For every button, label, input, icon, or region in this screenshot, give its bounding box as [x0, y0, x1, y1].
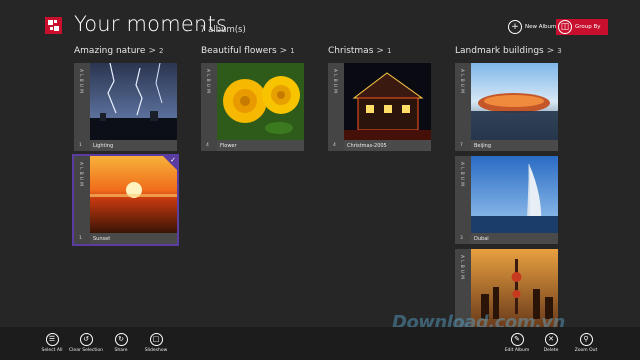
group-by-icon: ◫ [558, 20, 572, 34]
rose-photo [217, 63, 304, 140]
select-all-icon: ☰ [45, 333, 59, 346]
album-strip: ALBUM 4 [328, 63, 344, 151]
app-logo [45, 17, 62, 34]
chevron-right-icon: > [546, 46, 555, 56]
album-caption: Flower [217, 140, 304, 151]
album-tile-beijing[interactable]: ALBUM 7 Beijing [455, 63, 558, 151]
group-name: Christmas [328, 46, 374, 56]
app-bar: ☰ Select All ↺ Clear Selection ↻ Share □… [0, 327, 640, 360]
share-button[interactable]: ↻ Share [101, 333, 141, 353]
album-photo-count: 7 [460, 143, 463, 148]
album-strip: ALBUM 1 [74, 63, 90, 151]
zoom-out-button[interactable]: ⚲ Zoom Out [566, 333, 606, 353]
album-strip: ALBUM 7 [455, 63, 471, 151]
album-photo-count: 4 [206, 143, 209, 148]
album-photo-count: 4 [333, 143, 336, 148]
selected-checkmark-icon: ✓ [163, 156, 177, 170]
album-tile-christmas-2005[interactable]: ALBUM 4 Christmas-2005 [328, 63, 431, 151]
album-count: 7 album(s) [200, 25, 246, 35]
group-by-button[interactable]: ◫ Group By [556, 19, 608, 35]
stadium-photo [471, 63, 558, 140]
album-caption: Sunset [90, 233, 177, 244]
album-tile-dubai[interactable]: ALBUM 3 Dubai [455, 156, 558, 244]
delete-icon: ✕ [544, 333, 558, 346]
clear-selection-button[interactable]: ↺ Clear Selection [66, 333, 106, 353]
album-tile-sunset[interactable]: ALBUM 1 Sunset ✓ [72, 154, 179, 246]
slideshow-button[interactable]: □ Slideshow [136, 333, 176, 353]
album-caption: Beijing [471, 140, 558, 151]
album-strip: ALBUM 3 [455, 156, 471, 244]
group-name: Landmark buildings [455, 46, 544, 56]
group-name: Amazing nature [74, 46, 146, 56]
new-album-label: New Album [525, 24, 557, 30]
new-album-button[interactable]: + New Album [508, 19, 556, 35]
lightning-photo [90, 63, 177, 140]
slideshow-icon: □ [149, 333, 163, 346]
group-by-label: Group By [575, 24, 601, 30]
delete-button[interactable]: ✕ Delete [531, 333, 571, 353]
album-strip: ALBUM 4 [201, 63, 217, 151]
album-tile-flower[interactable]: ALBUM 4 Flower [201, 63, 304, 151]
group-count: 3 [557, 47, 562, 55]
group-header-amazing-nature[interactable]: Amazing nature >2 [74, 46, 163, 56]
chevron-right-icon: > [376, 46, 384, 56]
chevron-right-icon: > [279, 46, 288, 56]
plus-icon: + [508, 20, 522, 34]
group-name: Beautiful flowers [201, 46, 277, 56]
group-header-beautiful-flowers[interactable]: Beautiful flowers >1 [201, 46, 295, 56]
edit-icon: ✎ [510, 333, 524, 346]
share-icon: ↻ [114, 333, 128, 346]
album-strip: ALBUM 1 [74, 156, 90, 244]
album-caption: Lighting [90, 140, 177, 151]
group-header-christmas[interactable]: Christmas >1 [328, 46, 391, 56]
group-header-landmark-buildings[interactable]: Landmark buildings >3 [455, 46, 562, 56]
group-count: 2 [158, 47, 164, 55]
album-caption: Christmas-2005 [344, 140, 431, 151]
clear-selection-icon: ↺ [79, 333, 93, 346]
christmas-house-photo [344, 63, 431, 140]
chevron-right-icon: > [148, 46, 156, 56]
album-photo-count: 1 [79, 236, 82, 241]
album-photo-count: 3 [460, 236, 463, 241]
group-count: 1 [386, 47, 392, 55]
album-tile-lighting[interactable]: ALBUM 1 Lighting [74, 63, 177, 151]
album-caption: Dubai [471, 233, 558, 244]
group-count: 1 [290, 47, 295, 55]
zoom-out-icon: ⚲ [579, 333, 593, 346]
album-photo-count: 1 [79, 143, 82, 148]
hotel-tower-photo [471, 156, 558, 233]
